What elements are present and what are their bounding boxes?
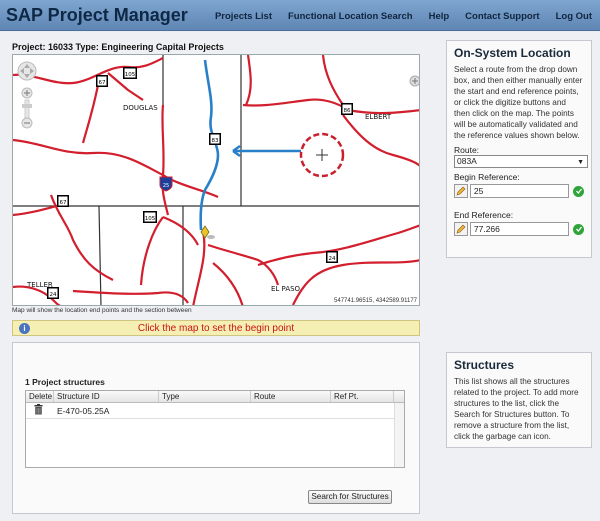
- structures-grid: Delete Structure ID Type Route Ref Pt. E…: [25, 390, 405, 468]
- svg-text:83: 83: [212, 138, 219, 144]
- info-bar: i Click the map to set the begin point: [12, 320, 420, 336]
- project-structures-heading: 1 Project structures: [25, 377, 105, 387]
- map-add-control[interactable]: [409, 75, 420, 87]
- pan-control[interactable]: [17, 61, 37, 81]
- state-shields: 105 67 86 83 105 67 24 24: [47, 67, 353, 299]
- svg-text:24: 24: [50, 292, 57, 298]
- app-title: SAP Project Manager: [6, 5, 188, 25]
- begin-reference-input[interactable]: 25: [469, 184, 570, 198]
- project-heading: Project: 16033 Type: Engineering Capital…: [12, 42, 224, 52]
- zoom-slider[interactable]: [24, 99, 30, 119]
- top-bar: SAP Project Manager Projects List Functi…: [0, 0, 600, 31]
- main-nav: Projects List Functional Location Search…: [199, 11, 592, 22]
- col-route[interactable]: Route: [251, 391, 331, 402]
- begin-valid-check-icon: [573, 185, 584, 197]
- col-delete[interactable]: Delete: [26, 391, 54, 402]
- search-for-structures-button[interactable]: Search for Structures: [308, 490, 392, 504]
- interstate-25-shield: 25: [159, 176, 173, 192]
- county-boundaries: [13, 55, 419, 305]
- cell-structure-id: E-470-05.25A: [57, 405, 110, 416]
- chevron-down-icon: ▼: [577, 159, 584, 166]
- route-select[interactable]: 083A ▼: [454, 155, 588, 168]
- nav-contact-support[interactable]: Contact Support: [465, 11, 539, 22]
- nav-help[interactable]: Help: [429, 11, 450, 22]
- pencil-icon: [456, 224, 466, 234]
- nav-log-out[interactable]: Log Out: [556, 11, 592, 22]
- route-select-value: 083A: [457, 156, 477, 166]
- label-elpaso: EL PASO: [271, 285, 301, 293]
- zoom-in-button[interactable]: [21, 87, 33, 99]
- garbage-can-icon[interactable]: [34, 404, 43, 415]
- shield-105-south: 105: [143, 211, 157, 223]
- end-reference-label: End Reference:: [454, 210, 514, 220]
- svg-text:67: 67: [99, 80, 106, 86]
- on-system-description: Select a route from the drop down box, a…: [454, 65, 583, 140]
- grid-scrollbar[interactable]: [394, 403, 404, 467]
- end-reference-input[interactable]: 77.266: [469, 222, 570, 236]
- grid-header: Delete Structure ID Type Route Ref Pt.: [26, 391, 404, 403]
- begin-reference-label: Begin Reference:: [454, 172, 520, 182]
- col-type[interactable]: Type: [159, 391, 251, 402]
- structures-description: This list shows all the structures relat…: [454, 377, 579, 441]
- info-message: Click the map to set the begin point: [137, 323, 295, 334]
- map-coordinates: 547741.96515, 4342589.91177: [334, 298, 417, 304]
- on-system-location-panel: On-System Location Select a route from t…: [446, 40, 592, 258]
- shield-83: 83: [209, 133, 221, 145]
- table-row: E-470-05.25A: [26, 403, 404, 419]
- place-labels: DOUGLAS ELBERT TELLER EL PASO: [26, 104, 392, 293]
- structures-help-panel: Structures This list shows all the struc…: [446, 352, 592, 448]
- delete-cell: [26, 404, 54, 417]
- shield-label: 25: [163, 183, 169, 189]
- zoom-slider-handle[interactable]: [22, 104, 32, 108]
- on-system-title: On-System Location: [454, 46, 571, 60]
- structures-title: Structures: [454, 358, 515, 372]
- svg-text:24: 24: [329, 256, 336, 262]
- nav-functional-location-search[interactable]: Functional Location Search: [288, 11, 413, 22]
- map-crosshair-target: [299, 132, 345, 178]
- roads: [13, 55, 419, 305]
- label-elbert: ELBERT: [365, 113, 392, 121]
- end-valid-check-icon: [573, 223, 584, 235]
- label-teller: TELLER: [26, 281, 53, 289]
- begin-digitize-button[interactable]: [454, 184, 468, 198]
- shield-24-east: 24: [326, 251, 338, 263]
- col-ref-pt[interactable]: Ref Pt.: [331, 391, 394, 402]
- shield-67-north: 67: [96, 75, 108, 87]
- svg-text:67: 67: [60, 200, 67, 206]
- zoom-out-button[interactable]: [21, 117, 33, 129]
- map-canvas[interactable]: 25 105 67 86 83 105 67 24 24 DOUGLAS ELB…: [12, 54, 420, 306]
- map-note: Map will show the location end points an…: [12, 307, 192, 314]
- map-svg: 25 105 67 86 83 105 67 24 24 DOUGLAS ELB…: [13, 55, 420, 305]
- svg-text:86: 86: [344, 108, 351, 114]
- label-douglas: DOUGLAS: [123, 104, 158, 112]
- project-structures-panel: 1 Project structures Delete Structure ID…: [12, 342, 420, 514]
- nav-projects-list[interactable]: Projects List: [215, 11, 272, 22]
- shield-105-north: 105: [123, 67, 137, 79]
- svg-text:105: 105: [125, 72, 136, 78]
- pencil-icon: [456, 186, 466, 196]
- route-label: Route:: [454, 145, 480, 155]
- shield-86: 86: [341, 103, 353, 115]
- svg-text:105: 105: [145, 216, 156, 222]
- col-structure-id[interactable]: Structure ID: [54, 391, 159, 402]
- end-digitize-button[interactable]: [454, 222, 468, 236]
- shield-67-west: 67: [57, 195, 69, 207]
